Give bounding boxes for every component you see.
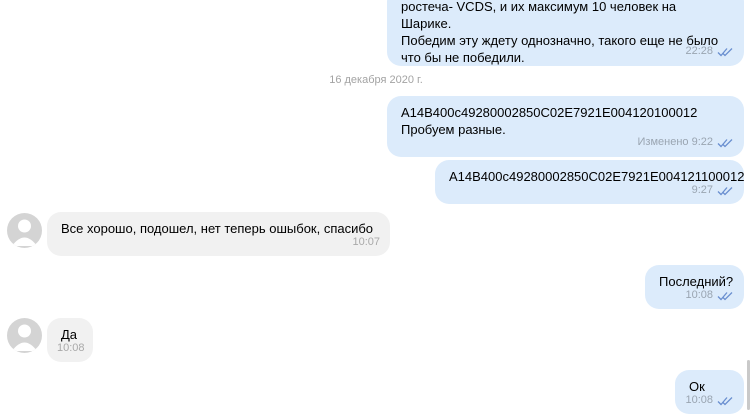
user-avatar-icon[interactable] [7, 213, 42, 248]
message-meta: Изменено 9:22 [638, 134, 734, 151]
read-checkmarks-icon [717, 47, 734, 57]
incoming-message[interactable]: Все хорошо, подошел, нет теперь ошыбок, … [47, 212, 390, 256]
chat-history[interactable]: ростеча- VCDS, и их максимум 10 человек … [0, 0, 752, 416]
message-text: A14B400c49280002850C02E7921E004120100012… [401, 105, 698, 137]
message-time: 10:08 [685, 289, 713, 301]
outgoing-message[interactable]: ростеча- VCDS, и их максимум 10 человек … [387, 0, 744, 66]
message-text: A14B400c49280002850C02E7921E004121100012 [449, 169, 745, 184]
message-meta: 10:08 [685, 287, 734, 304]
date-separator: 16 декабря 2020 г. [329, 74, 423, 86]
message-meta: 10:08 [57, 340, 85, 357]
message-time: 10:08 [685, 394, 713, 406]
message-edited-time: Изменено 9:22 [637, 136, 713, 148]
message-meta: 22:28 [685, 43, 734, 60]
outgoing-message[interactable]: Ок 10:08 [675, 370, 744, 414]
message-text: ростеча- VCDS, и их максимум 10 человек … [401, 0, 719, 65]
outgoing-message[interactable]: A14B400c49280002850C02E7921E004121100012… [435, 160, 744, 204]
message-time: 9:27 [691, 184, 713, 196]
outgoing-message[interactable]: Последний? 10:08 [645, 265, 744, 309]
scrollbar[interactable] [747, 360, 750, 410]
message-time: 22:28 [685, 45, 713, 57]
message-meta: 10:07 [352, 234, 380, 251]
user-avatar-icon[interactable] [7, 318, 42, 353]
incoming-message[interactable]: Да 10:08 [47, 318, 93, 362]
read-checkmarks-icon [717, 291, 734, 301]
message-meta: 10:08 [685, 392, 734, 409]
read-checkmarks-icon [717, 186, 734, 196]
read-checkmarks-icon [717, 138, 734, 148]
message-meta: 9:27 [692, 182, 734, 199]
read-checkmarks-icon [717, 396, 734, 406]
message-time: 10:08 [57, 342, 85, 354]
message-text: Все хорошо, подошел, нет теперь ошыбок, … [61, 221, 374, 236]
message-time: 10:07 [352, 236, 380, 248]
outgoing-message[interactable]: A14B400c49280002850C02E7921E004120100012… [387, 96, 744, 157]
